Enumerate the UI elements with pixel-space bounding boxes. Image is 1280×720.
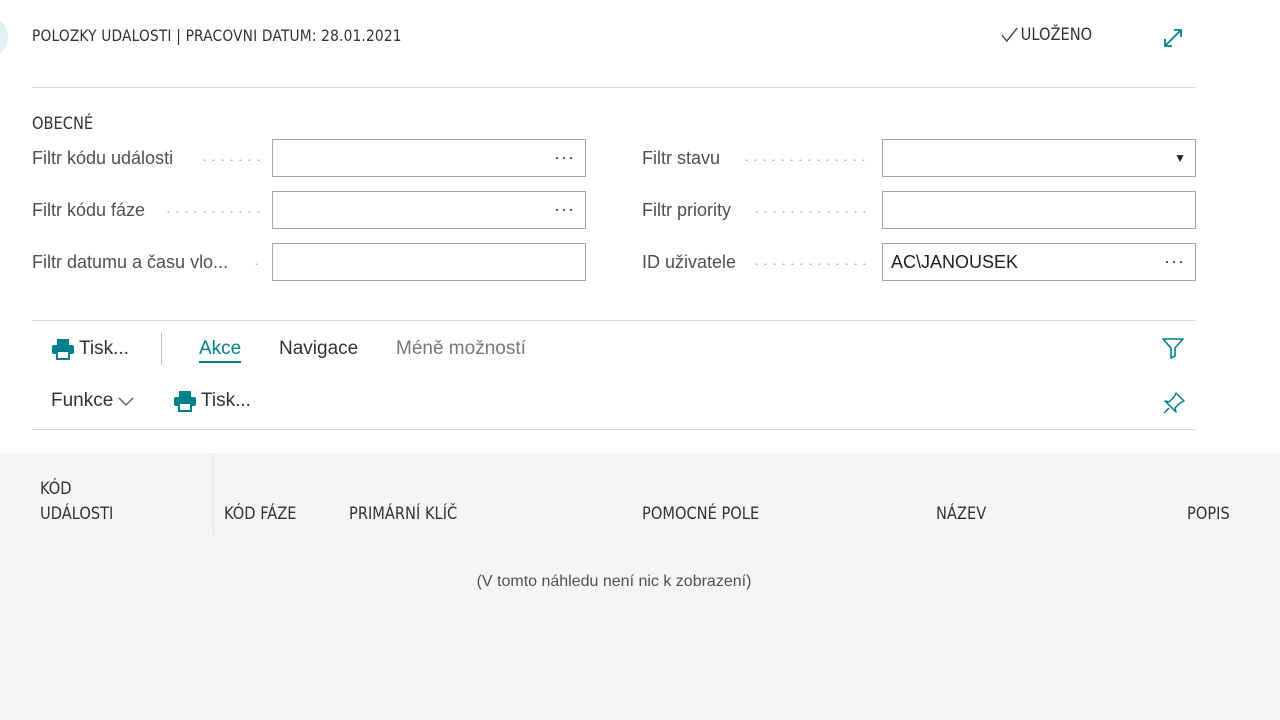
leader-dots [252,263,260,265]
saved-status: ULOŽENO [1000,25,1092,45]
column-header-phase-code[interactable]: KÓD FÁZE [224,502,297,527]
leader-dots [742,159,870,161]
phase-code-filter-input[interactable]: ··· [272,191,586,229]
column-separator [213,453,214,535]
priority-filter-label: Filtr priority [642,200,731,220]
divider [32,320,1196,321]
leader-dots [752,263,870,265]
column-header-event-code[interactable]: KÓD UDÁLOSTI [40,477,113,527]
column-header-primary-key[interactable]: PRIMÁRNÍ KLÍČ [349,502,457,527]
tab-akce[interactable]: Akce [199,338,242,363]
datetime-filter-input[interactable] [272,243,586,281]
user-id-label: ID uživatele [642,252,737,272]
check-icon [1001,27,1018,43]
list-table: KÓD UDÁLOSTI KÓD FÁZE PRIMÁRNÍ KLÍČ POMO… [0,453,1280,720]
status-filter-label: Filtr stavu [642,148,721,168]
column-header-name[interactable]: NÁZEV [936,502,986,527]
printer-icon [52,339,74,360]
event-code-filter-label: Filtr kódu události [32,148,174,168]
leader-dots [200,159,260,161]
saved-label: ULOŽENO [1020,25,1093,45]
filter-icon[interactable] [1161,336,1185,360]
functions-menu-button[interactable]: Funkce [51,390,135,412]
print-button[interactable]: Tisk... [51,338,129,360]
page-title: POLOZKY UDALOSTI | PRACOVNI DATUM: 28.01… [32,26,402,45]
leader-dots [164,211,260,213]
nav-circle-decoration [0,18,8,56]
priority-filter-input[interactable] [882,191,1196,229]
leader-dots [752,211,870,213]
toolbar-separator [161,333,162,365]
dropdown-caret-icon[interactable]: ▼ [1174,140,1186,176]
status-filter-select[interactable]: ▼ [882,139,1196,177]
column-header-description[interactable]: POPIS [1187,502,1230,527]
page-header: POLOZKY UDALOSTI | PRACOVNI DATUM: 28.01… [32,0,1196,88]
datetime-filter-label: Filtr datumu a času vlo... [32,252,229,272]
event-code-filter-input[interactable]: ··· [272,139,586,177]
less-options-button[interactable]: Méně možností [396,338,526,360]
section-title-general[interactable]: OBECNÉ [32,114,93,134]
column-header-auxiliary-field[interactable]: POMOCNÉ POLE [642,502,759,527]
phase-code-filter-label: Filtr kódu fáze [32,200,146,220]
more-options-icon[interactable]: ··· [554,191,575,227]
tab-navigace[interactable]: Navigace [279,338,358,360]
more-options-icon[interactable]: ··· [554,139,575,175]
expand-icon[interactable] [1162,27,1184,49]
divider [32,429,1196,430]
empty-list-message: (V tomto náhledu není nic k zobrazení) [476,573,752,590]
user-id-input[interactable]: AC\JANOUSEK ··· [882,243,1196,281]
pin-icon[interactable] [1162,391,1186,415]
more-options-icon[interactable]: ··· [1164,243,1185,279]
chevron-down-icon [118,397,134,406]
printer-icon [174,391,196,412]
print-button-2[interactable]: Tisk... [173,390,251,412]
